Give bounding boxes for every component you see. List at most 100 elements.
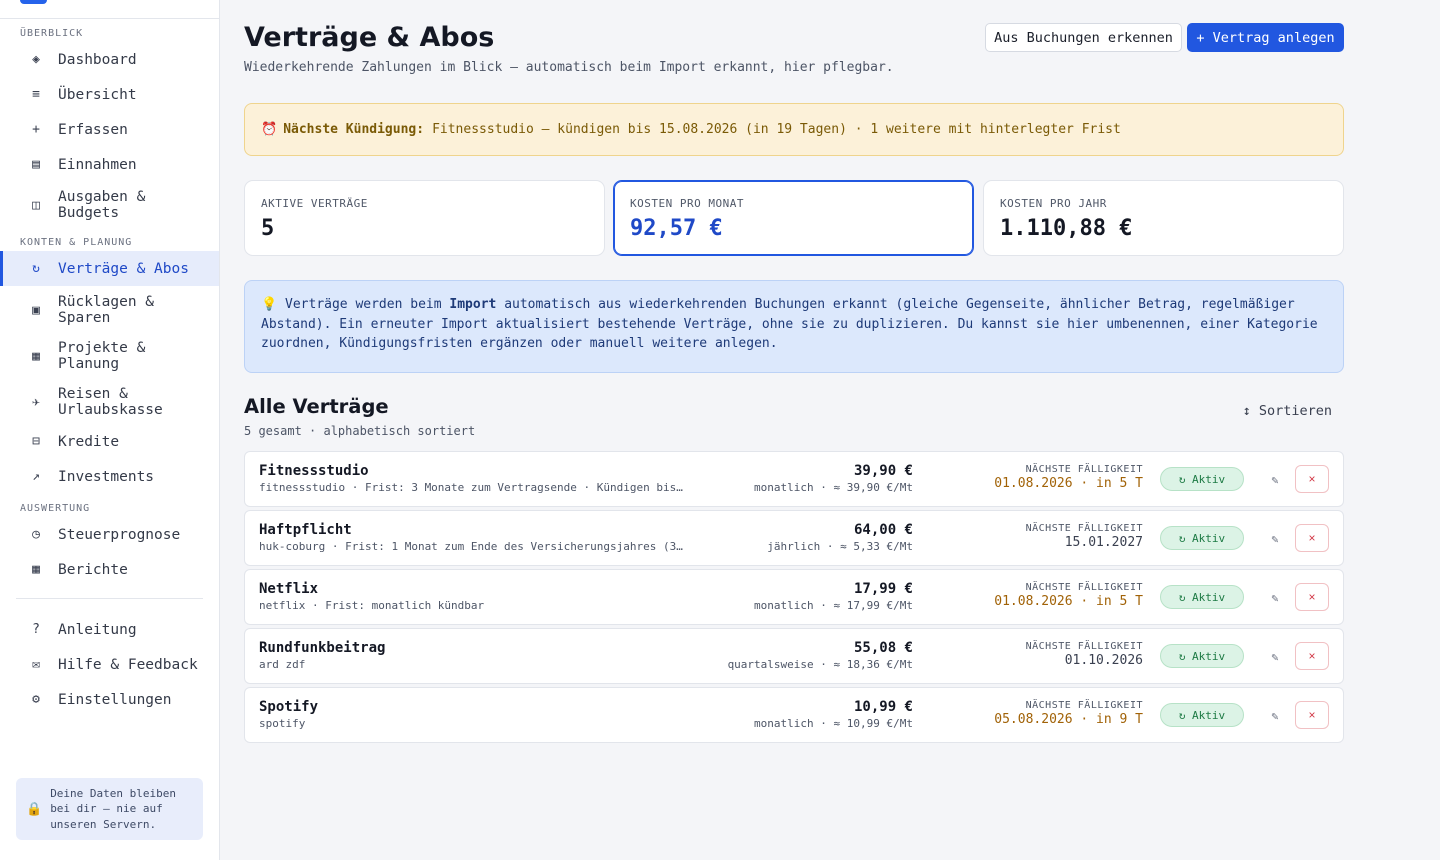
contract-amount: 55,08 € (853, 640, 913, 656)
sidebar-item-label: Hilfe & Feedback (58, 656, 198, 673)
sidebar-item-berichte[interactable]: ▦ Berichte (0, 552, 219, 587)
delete-button[interactable]: × (1295, 701, 1329, 729)
sidebar-item-erfassen[interactable]: + Erfassen (0, 112, 219, 147)
sidebar-item-investments[interactable]: ↗ Investments (0, 459, 219, 494)
sidebar-item-label: Dashboard (58, 51, 137, 68)
mail-icon: ✉ (32, 657, 40, 672)
contract-frequency: quartalsweise · ≈ 18,36 €/Mt (727, 658, 913, 671)
contract-meta: huk-coburg · Frist: 1 Monat zum Ende des… (259, 540, 689, 553)
delete-button[interactable]: × (1295, 465, 1329, 493)
sidebar-item-label: Anleitung (58, 621, 137, 638)
alarm-clock-icon: ⏰ (261, 122, 278, 137)
sidebar-item-einnahmen[interactable]: ▤ Einnahmen (0, 147, 219, 182)
contract-name: Netflix (259, 581, 319, 597)
contract-row[interactable]: Fitnessstudio fitnessstudio · Frist: 3 M… (244, 451, 1344, 507)
contract-amount: 17,99 € (853, 581, 913, 597)
savings-icon: ▣ (32, 302, 40, 318)
stat-value: 1.110,88 € (1000, 216, 1133, 241)
edit-icon[interactable]: ✎ (1265, 706, 1285, 726)
next-due-label: NÄCHSTE FÄLLIGKEIT (1025, 700, 1143, 711)
sidebar-item-label: Einnahmen (58, 156, 137, 173)
privacy-notice: 🔒 Deine Daten bleiben bei dir – nie auf … (16, 778, 203, 840)
edit-icon[interactable]: ✎ (1265, 647, 1285, 667)
alert-heading: Nächste Kündigung: (283, 122, 425, 137)
sidebar: ÜBERBLICK ◈ Dashboard ≡ Übersicht + Erfa… (0, 0, 220, 860)
stat-value: 5 (261, 216, 275, 241)
budget-icon: ◫ (32, 197, 40, 213)
next-due-label: NÄCHSTE FÄLLIGKEIT (1025, 464, 1143, 475)
alert-text: Fitnessstudio – kündigen bis 15.08.2026 … (432, 122, 1121, 137)
status-badge: ↻ Aktiv (1160, 644, 1244, 668)
contract-row[interactable]: Netflix netflix · Frist: monatlich kündb… (244, 569, 1344, 625)
contract-amount: 10,99 € (853, 699, 913, 715)
trend-up-icon: ↗ (32, 469, 40, 484)
income-icon: ▤ (32, 157, 40, 172)
contract-row[interactable]: Rundfunkbeitrag ard zdf 55,08 € quartals… (244, 628, 1344, 684)
delete-button[interactable]: × (1295, 583, 1329, 611)
page-title: Verträge & Abos (244, 22, 495, 53)
sidebar-item-label: Projekte & Planung (58, 340, 146, 372)
next-due-date: 01.08.2026 · in 5 T (994, 594, 1143, 609)
delete-button[interactable]: × (1295, 524, 1329, 552)
contract-name: Spotify (259, 699, 319, 715)
sidebar-item-vertraege-abos[interactable]: ↻ Verträge & Abos (0, 251, 219, 286)
gear-icon: ⚙ (32, 692, 40, 707)
contract-row[interactable]: Spotify spotify 10,99 € monatlich · ≈ 10… (244, 687, 1344, 743)
sidebar-item-projekte-planung[interactable]: ▦ Projekte & Planung (0, 333, 219, 379)
clock-icon: ◷ (32, 527, 40, 542)
delete-button[interactable]: × (1295, 642, 1329, 670)
import-info-box: 💡 Verträge werden beim Import automatisc… (244, 280, 1344, 373)
contracts-list-title: Alle Verträge (244, 395, 389, 418)
info-text-pre: Verträge werden beim (285, 297, 442, 312)
privacy-text: Deine Daten bleiben bei dir – nie auf un… (50, 786, 177, 831)
sidebar-item-ruecklagen-sparen[interactable]: ▣ Rücklagen & Sparen (0, 287, 219, 333)
sort-button[interactable]: ↕ Sortieren (1232, 400, 1344, 422)
contract-row[interactable]: Haftpflicht huk-coburg · Frist: 1 Monat … (244, 510, 1344, 566)
sidebar-item-steuerprognose[interactable]: ◷ Steuerprognose (0, 517, 219, 552)
plus-icon: + (32, 122, 40, 137)
stat-label: KOSTEN PRO MONAT (630, 197, 744, 210)
info-text-strong: Import (449, 297, 497, 312)
next-due-date: 05.08.2026 · in 9 T (994, 712, 1143, 727)
contract-frequency: monatlich · ≈ 39,90 €/Mt (754, 481, 913, 494)
sidebar-item-label: Rücklagen & Sparen (58, 294, 155, 326)
next-due-label: NÄCHSTE FÄLLIGKEIT (1025, 523, 1143, 534)
edit-icon[interactable]: ✎ (1265, 588, 1285, 608)
dashboard-icon: ◈ (32, 52, 40, 67)
sidebar-item-hilfe-feedback[interactable]: ✉ Hilfe & Feedback (0, 647, 219, 682)
edit-icon[interactable]: ✎ (1265, 470, 1285, 490)
sidebar-item-dashboard[interactable]: ◈ Dashboard (0, 42, 219, 77)
next-due-date: 01.08.2026 · in 5 T (994, 476, 1143, 491)
status-badge: ↻ Aktiv (1160, 526, 1244, 550)
sidebar-item-anleitung[interactable]: ? Anleitung (0, 612, 219, 647)
sidebar-item-label: Erfassen (58, 121, 128, 138)
sidebar-item-einstellungen[interactable]: ⚙ Einstellungen (0, 682, 219, 717)
contract-meta: fitnessstudio · Frist: 3 Monate zum Vert… (259, 481, 689, 494)
sidebar-item-ausgaben-budgets[interactable]: ◫ Ausgaben & Budgets (0, 182, 219, 228)
sidebar-item-label: Investments (58, 468, 155, 485)
next-due-label: NÄCHSTE FÄLLIGKEIT (1025, 582, 1143, 593)
app-logo[interactable] (20, 0, 47, 4)
section-label-overview: ÜBERBLICK (20, 28, 84, 39)
sidebar-item-reisen-urlaubskasse[interactable]: ✈ Reisen & Urlaubskasse (0, 379, 219, 425)
sidebar-item-kredite[interactable]: ⊟ Kredite (0, 424, 219, 459)
recurring-icon: ↻ (32, 261, 40, 276)
status-badge: ↻ Aktiv (1160, 585, 1244, 609)
edit-icon[interactable]: ✎ (1265, 529, 1285, 549)
next-due-date: 15.01.2027 (1064, 535, 1143, 550)
contract-frequency: jährlich · ≈ 5,33 €/Mt (767, 540, 913, 553)
detect-from-bookings-button[interactable]: Aus Buchungen erkennen (985, 23, 1182, 52)
stat-label: AKTIVE VERTRÄGE (261, 197, 368, 210)
add-contract-button[interactable]: + Vertrag anlegen (1187, 23, 1344, 52)
contract-meta: ard zdf (259, 658, 306, 671)
help-icon: ? (32, 622, 40, 637)
contract-name: Haftpflicht (259, 522, 352, 538)
next-cancellation-alert: ⏰ Nächste Kündigung: Fitnessstudio – kün… (244, 103, 1344, 156)
contract-meta: spotify (259, 717, 306, 730)
contract-meta: netflix · Frist: monatlich kündbar (259, 599, 485, 612)
sidebar-item-uebersicht[interactable]: ≡ Übersicht (0, 77, 219, 112)
contract-amount: 39,90 € (853, 463, 913, 479)
stat-card-active-contracts: AKTIVE VERTRÄGE 5 (244, 180, 605, 256)
list-icon: ≡ (32, 87, 40, 102)
sidebar-item-label: Berichte (58, 561, 128, 578)
